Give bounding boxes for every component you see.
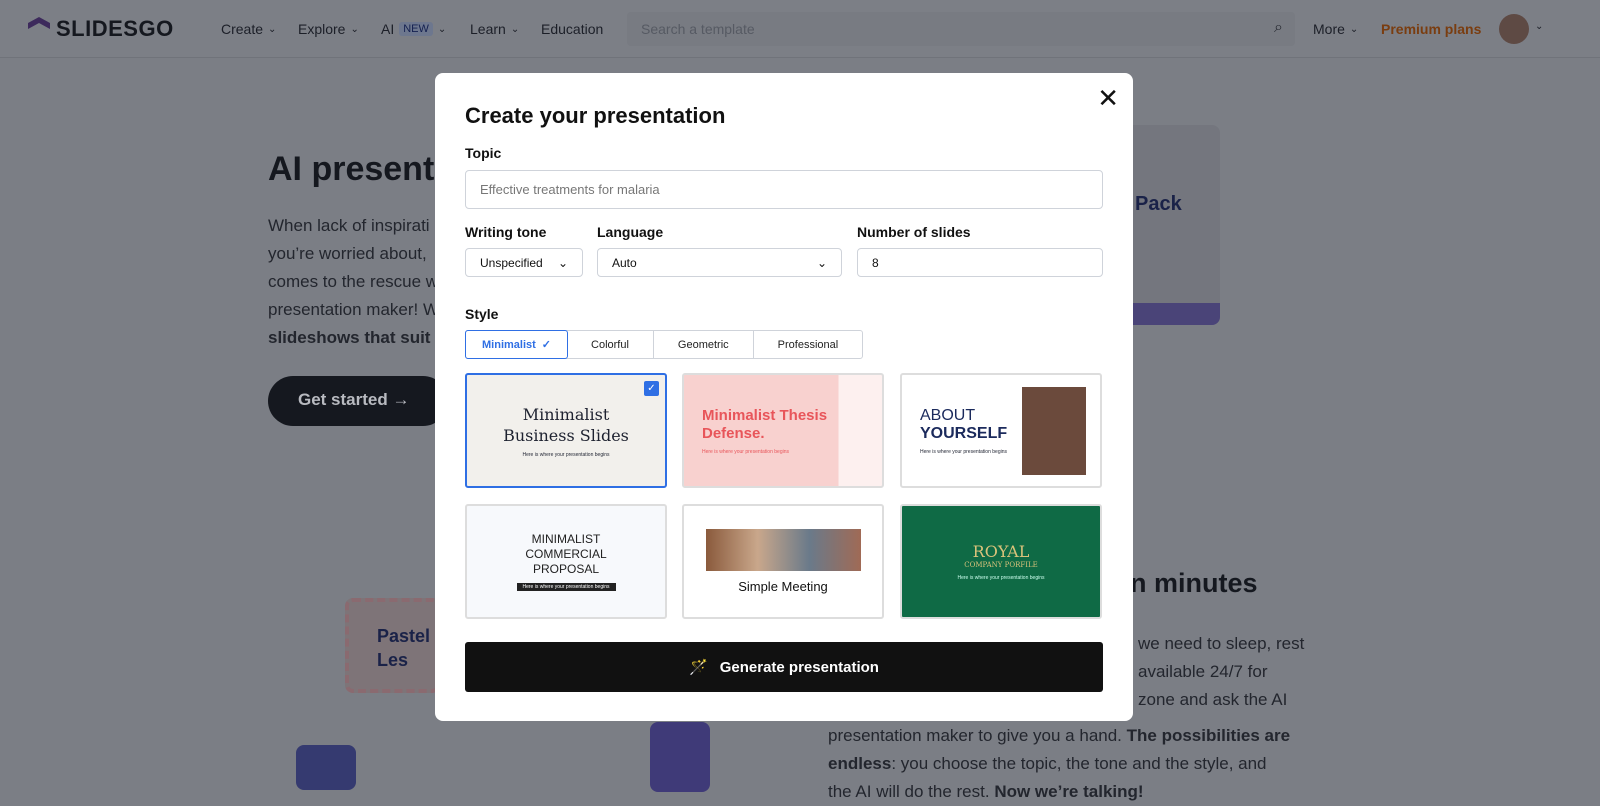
meeting-photo bbox=[705, 529, 861, 571]
logo-text: SLIDESGO bbox=[56, 16, 174, 41]
create-presentation-dialog: Create your presentation ✕ Topic Effecti… bbox=[435, 73, 1133, 721]
template-card[interactable]: Minimalist Thesis Defense. Here is where… bbox=[682, 373, 884, 488]
chevron-down-icon: ⌄ bbox=[1349, 23, 1359, 35]
generate-presentation-button[interactable]: 🪄 Generate presentation bbox=[465, 642, 1103, 692]
tab-minimalist[interactable]: Minimalist ✓ bbox=[465, 330, 569, 359]
chevron-down-icon: ⌄ bbox=[510, 23, 520, 35]
nav-learn[interactable]: Learn ⌄ bbox=[470, 21, 519, 37]
template-card[interactable]: Simple Meeting bbox=[682, 504, 884, 619]
section-text-right: we need to sleep, rest available 24/7 for… bbox=[1138, 634, 1305, 709]
avatar[interactable] bbox=[1499, 14, 1529, 44]
illustration-pastel: Pastel Les bbox=[345, 598, 440, 693]
style-label: Style bbox=[465, 306, 499, 322]
magic-wand-icon: 🪄 bbox=[689, 659, 708, 676]
close-icon[interactable]: ✕ bbox=[1097, 83, 1119, 114]
chevron-down-icon: ⌄ bbox=[350, 23, 359, 35]
logo[interactable]: SLIDESGO bbox=[28, 16, 174, 42]
nav-explore[interactable]: Explore ⌄ bbox=[298, 21, 359, 37]
language-select[interactable]: Auto ⌄ bbox=[597, 248, 842, 277]
premium-plans-link[interactable]: Premium plans bbox=[1381, 21, 1481, 37]
tab-colorful[interactable]: Colorful bbox=[567, 331, 654, 358]
nav-education[interactable]: Education bbox=[541, 21, 603, 37]
template-card[interactable]: ABOUT YOURSELF Here is where your presen… bbox=[900, 373, 1102, 488]
chevron-down-icon: ⌄ bbox=[437, 23, 447, 35]
chevron-down-icon[interactable]: ⌄ bbox=[1535, 21, 1543, 32]
new-badge: NEW bbox=[399, 22, 433, 36]
dialog-title: Create your presentation bbox=[465, 103, 726, 128]
template-card[interactable]: ROYAL COMPANY PORFILE Here is where your… bbox=[900, 504, 1102, 619]
chevron-down-icon: ⌄ bbox=[557, 255, 568, 270]
checkbox-checked-icon[interactable]: ✓ bbox=[644, 381, 659, 396]
portrait-photo bbox=[1022, 387, 1086, 475]
tab-professional[interactable]: Professional bbox=[754, 331, 863, 358]
nav-more[interactable]: More ⌄ bbox=[1313, 21, 1358, 37]
chevron-down-icon: ⌄ bbox=[268, 23, 277, 35]
nav-ai[interactable]: AI NEW ⌄ bbox=[381, 21, 446, 37]
nav-create[interactable]: Create ⌄ bbox=[221, 21, 276, 37]
search-icon[interactable]: ⌕ bbox=[1274, 19, 1283, 37]
tone-label: Writing tone bbox=[465, 224, 547, 240]
get-started-button[interactable]: Get started → bbox=[268, 376, 448, 426]
top-nav: SLIDESGO Create ⌄ Explore ⌄ AI NEW ⌄ Learn ⌄ … bbox=[0, 0, 1600, 58]
hero-text: When lack of inspirati you’re worried abo… bbox=[268, 216, 445, 347]
section-title: n minutes bbox=[1130, 568, 1258, 598]
template-card[interactable]: MINIMALIST COMMERCIAL PROPOSAL Here is w… bbox=[465, 504, 667, 619]
topic-input[interactable]: Effective treatments for malaria bbox=[465, 170, 1103, 209]
hero-title: AI present bbox=[268, 150, 435, 188]
check-icon: ✓ bbox=[541, 339, 552, 351]
logo-icon bbox=[28, 17, 50, 29]
chevron-down-icon: ⌄ bbox=[816, 255, 827, 270]
illustration-server bbox=[296, 745, 356, 790]
tone-select[interactable]: Unspecified ⌄ bbox=[465, 248, 583, 277]
section-text: presentation maker to give you a hand. T… bbox=[828, 726, 1291, 801]
style-tabs: Minimalist ✓ Colorful Geometric Professio… bbox=[465, 330, 864, 359]
slides-input[interactable]: 8 bbox=[857, 248, 1103, 277]
template-card[interactable]: ✓ Minimalist Business Slides Here is whe… bbox=[465, 373, 667, 488]
tab-geometric[interactable]: Geometric bbox=[654, 331, 754, 358]
language-label: Language bbox=[597, 224, 664, 240]
topic-label: Topic bbox=[465, 145, 502, 161]
illustration-blocks bbox=[650, 722, 710, 792]
search-input[interactable]: Search a template ⌕ bbox=[627, 12, 1295, 46]
slides-label: Number of slides bbox=[857, 224, 971, 240]
arrow-right-icon: → bbox=[392, 390, 410, 409]
